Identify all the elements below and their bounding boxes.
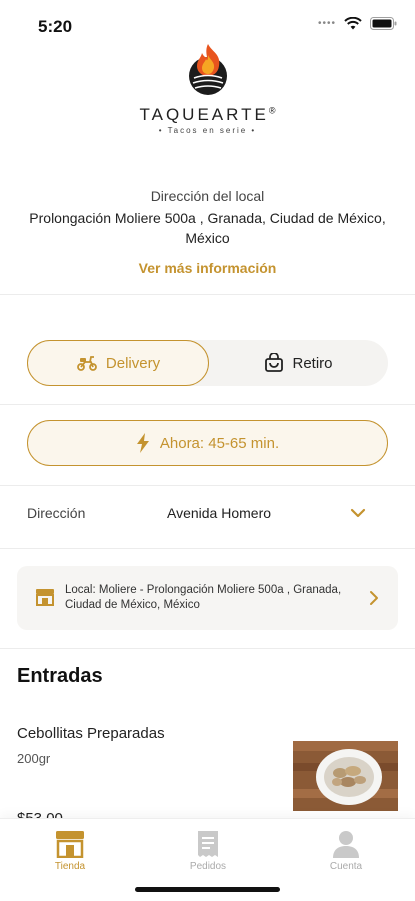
divider <box>0 404 415 405</box>
tab-pedidos[interactable]: Pedidos <box>158 827 258 872</box>
divider <box>0 548 415 549</box>
address-text: Prolongación Moliere 500a , Granada, Ciu… <box>29 210 386 246</box>
flame-grill-icon <box>188 44 227 95</box>
direction-value: Avenida Homero <box>167 505 272 521</box>
tab-cuenta[interactable]: Cuenta <box>296 827 396 872</box>
local-card-text: Local: Moliere - Prolongación Moliere 50… <box>65 584 342 611</box>
delivery-option[interactable]: Delivery <box>27 340 209 386</box>
store-icon <box>56 831 84 858</box>
brand-name: TAQUEARTE® <box>0 105 415 125</box>
divider <box>0 648 415 649</box>
direction-label: Dirección <box>27 505 86 521</box>
brand-tagline: • Tacos en serie • <box>158 126 257 135</box>
tab-tienda[interactable]: Tienda <box>20 827 120 872</box>
tab-cuenta-label: Cuenta <box>329 861 363 872</box>
tab-pedidos-label: Pedidos <box>189 861 227 872</box>
home-indicator[interactable] <box>135 887 280 892</box>
tab-tienda-label: Tienda <box>54 861 86 872</box>
retiro-label: Retiro <box>292 354 333 372</box>
chevron-right-icon <box>370 591 378 605</box>
product-name: Cebollitas Preparadas <box>17 725 165 742</box>
scooter-icon <box>77 356 97 371</box>
divider <box>0 485 415 486</box>
schedule-button[interactable]: Ahora: 45-65 min. <box>27 420 388 466</box>
battery-icon <box>370 17 397 30</box>
brand-name-text: TAQUEARTE <box>139 105 269 124</box>
direction-selector[interactable]: Dirección Avenida Homero <box>27 505 367 527</box>
registered-mark: ® <box>268 105 276 116</box>
store-address: Dirección del local Prolongación Moliere… <box>0 188 415 276</box>
address-label: Dirección del local <box>150 188 265 204</box>
local-card[interactable]: Local: Moliere - Prolongación Moliere 50… <box>17 566 398 630</box>
receipt-icon <box>198 831 218 857</box>
delivery-label: Delivery <box>105 354 161 372</box>
divider <box>0 294 415 295</box>
status-bar: 5:20 •••• <box>0 0 415 44</box>
more-info-link[interactable]: Ver más información <box>0 260 415 276</box>
product-description: 200gr <box>17 751 51 766</box>
brand-logo: TAQUEARTE® • Tacos en serie • <box>0 40 415 135</box>
schedule-label: Ahora: 45-65 min. <box>159 434 280 452</box>
user-icon <box>333 831 359 858</box>
order-type-toggle: Delivery Retiro <box>27 340 388 386</box>
lightning-icon <box>136 433 149 453</box>
wifi-icon <box>344 17 362 30</box>
status-icons: •••• <box>318 17 397 30</box>
product-image <box>293 741 398 811</box>
product-item[interactable]: Cebollitas Preparadas 200gr $53.00 <box>17 722 398 827</box>
chevron-down-icon <box>350 508 366 518</box>
retiro-option[interactable]: Retiro <box>209 340 388 386</box>
signal-dots-icon: •••• <box>317 18 336 29</box>
store-icon <box>36 589 54 606</box>
tab-bar: Tienda Pedidos Cuenta <box>0 818 415 901</box>
status-time: 5:20 <box>38 17 73 36</box>
shopping-bag-icon <box>265 353 284 372</box>
section-title: Entradas <box>17 665 103 687</box>
